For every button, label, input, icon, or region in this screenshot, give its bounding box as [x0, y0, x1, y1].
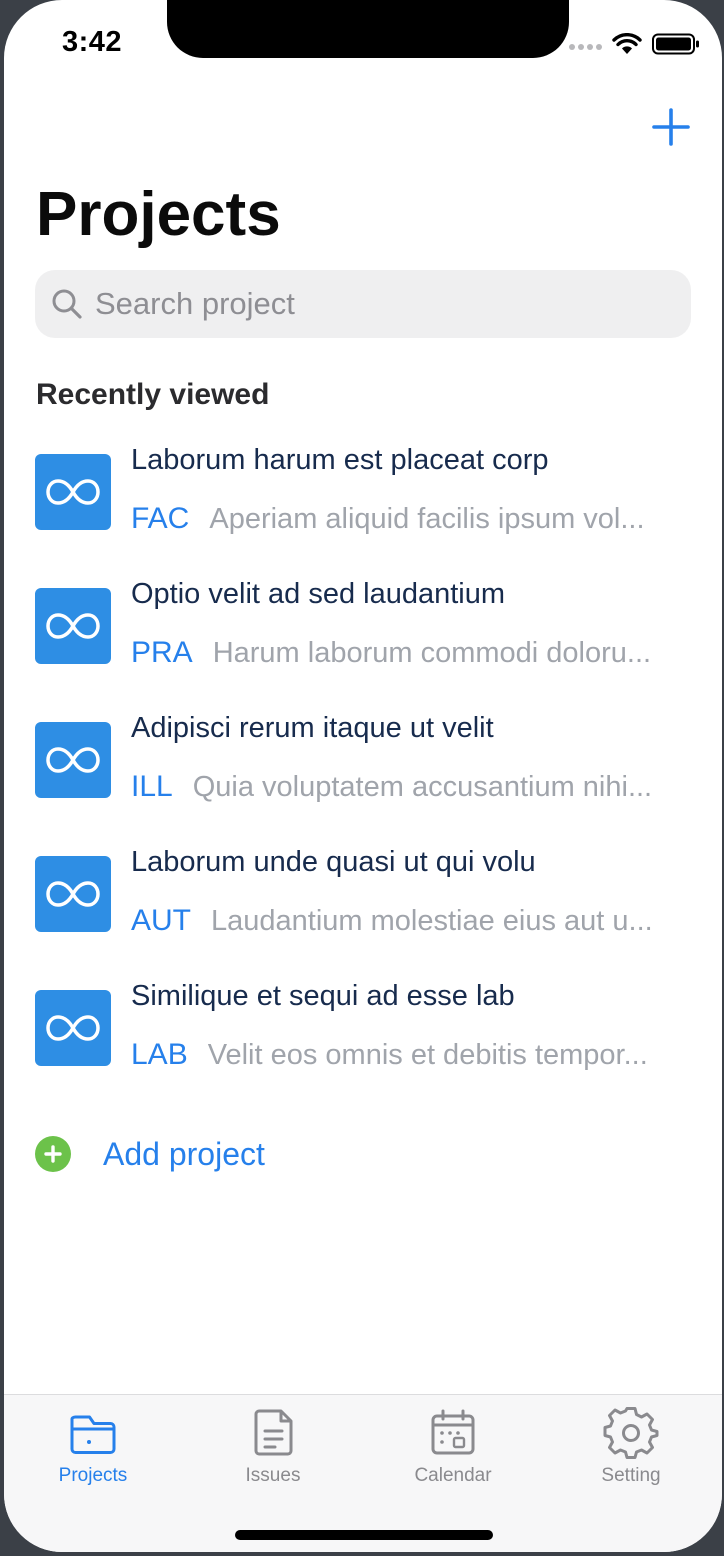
- infinity-icon: [46, 479, 100, 505]
- page-title: Projects: [36, 180, 281, 249]
- tab-label: Issues: [245, 1465, 301, 1486]
- project-item[interactable]: Optio velit ad sed laudantium PRA Harum …: [4, 572, 722, 706]
- project-key: LAB: [131, 1038, 188, 1071]
- project-name: Laborum harum est placeat corp: [131, 444, 549, 476]
- calendar-icon: [431, 1409, 475, 1455]
- tab-issues[interactable]: Issues: [198, 1405, 348, 1487]
- infinity-icon: [46, 1015, 100, 1041]
- document-icon: [254, 1409, 293, 1456]
- project-key: PRA: [131, 636, 193, 669]
- project-name: Laborum unde quasi ut qui volu: [131, 846, 536, 878]
- project-avatar: [35, 856, 111, 932]
- project-name: Optio velit ad sed laudantium: [131, 578, 505, 610]
- battery-icon: [652, 33, 699, 55]
- signal-icon: [569, 44, 602, 50]
- project-name: Adipisci rerum itaque ut velit: [131, 712, 494, 744]
- project-subtitle: ILL Quia voluptatem accusantium nihi...: [131, 770, 691, 804]
- status-indicators: [568, 30, 700, 58]
- project-avatar: [35, 990, 111, 1066]
- project-subtitle: PRA Harum laborum commodi doloru...: [131, 636, 691, 670]
- home-indicator: [235, 1530, 493, 1540]
- status-time: 3:42: [62, 26, 123, 58]
- project-avatar: [35, 588, 111, 664]
- plus-icon: [652, 108, 690, 146]
- project-item[interactable]: Similique et sequi ad esse lab LAB Velit…: [4, 974, 722, 1108]
- project-avatar: [35, 722, 111, 798]
- add-project-top-button[interactable]: [650, 106, 692, 148]
- device-bezel: 3:42 Projects Search project Recently vi…: [0, 0, 724, 1556]
- device-notch: [167, 0, 569, 58]
- project-subtitle: FAC Aperiam aliquid facilis ipsum vol...: [131, 502, 691, 536]
- tab-label: Projects: [58, 1465, 128, 1486]
- project-key: ILL: [131, 770, 173, 803]
- add-project-button[interactable]: Add project: [35, 1130, 265, 1178]
- add-circle-icon: [35, 1136, 71, 1172]
- tab-setting[interactable]: Setting: [556, 1405, 706, 1487]
- project-list: Laborum harum est placeat corp FAC Aperi…: [4, 438, 722, 1108]
- screen: 3:42 Projects Search project Recently vi…: [4, 0, 722, 1552]
- recently-viewed-heading: Recently viewed: [36, 378, 270, 411]
- tab-label: Calendar: [414, 1465, 492, 1486]
- infinity-icon: [46, 613, 100, 639]
- tab-label: Setting: [601, 1465, 661, 1486]
- project-item[interactable]: Adipisci rerum itaque ut velit ILL Quia …: [4, 706, 722, 840]
- wifi-icon: [612, 33, 642, 54]
- project-description: Laudantium molestiae eius aut u...: [211, 905, 653, 937]
- project-description: Harum laborum commodi doloru...: [212, 637, 652, 669]
- search-input[interactable]: [93, 285, 657, 323]
- project-description: Velit eos omnis et debitis tempor...: [207, 1039, 648, 1071]
- tab-calendar[interactable]: Calendar: [378, 1405, 528, 1487]
- infinity-icon: [46, 747, 100, 773]
- tab-bar: Projects Issues Calendar Setting: [4, 1394, 722, 1552]
- project-subtitle: LAB Velit eos omnis et debitis tempor...: [131, 1038, 691, 1072]
- project-key: FAC: [131, 502, 190, 535]
- project-name: Similique et sequi ad esse lab: [131, 980, 515, 1012]
- project-subtitle: AUT Laudantium molestiae eius aut u...: [131, 904, 691, 938]
- gear-icon: [603, 1407, 659, 1459]
- search-bar[interactable]: [35, 270, 691, 338]
- add-project-label: Add project: [103, 1135, 265, 1172]
- search-icon: [51, 288, 83, 320]
- project-item[interactable]: Laborum unde quasi ut qui volu AUT Lauda…: [4, 840, 722, 974]
- project-avatar: [35, 454, 111, 530]
- project-description: Quia voluptatem accusantium nihi...: [192, 771, 653, 803]
- tab-projects[interactable]: Projects: [18, 1405, 168, 1487]
- project-item[interactable]: Laborum harum est placeat corp FAC Aperi…: [4, 438, 722, 572]
- infinity-icon: [46, 881, 100, 907]
- project-description: Aperiam aliquid facilis ipsum vol...: [209, 503, 645, 535]
- project-key: AUT: [131, 904, 191, 937]
- folder-icon: [70, 1415, 116, 1454]
